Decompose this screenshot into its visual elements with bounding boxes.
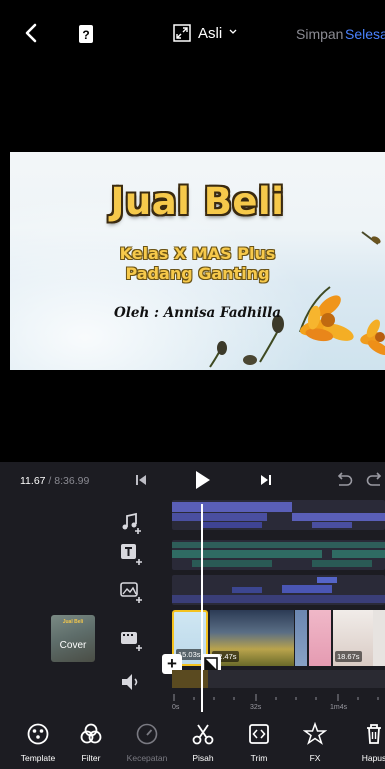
trim-icon [249, 724, 269, 744]
add-music-icon[interactable] [119, 510, 143, 534]
template-icon [27, 723, 49, 745]
add-text-icon[interactable] [119, 542, 143, 566]
clip-duration: 18.67s [335, 651, 362, 662]
svg-text:?: ? [82, 28, 89, 42]
undo-icon[interactable] [335, 472, 353, 488]
preview-letterbox-top [0, 68, 385, 152]
back-icon[interactable] [22, 22, 40, 44]
speed-button[interactable]: Kecepatan [118, 712, 176, 769]
tool-label: Template [20, 753, 56, 763]
play-icon[interactable] [195, 470, 211, 490]
image-track-lane[interactable] [172, 575, 385, 605]
text-track-lane[interactable] [172, 540, 385, 570]
tool-label: Kecepatan [126, 753, 168, 763]
top-bar: ? Asli Simpan Selesai [0, 0, 385, 68]
video-clip[interactable] [373, 610, 385, 666]
fx-button[interactable]: FX [286, 712, 344, 769]
trash-icon [367, 724, 381, 744]
guide-book-icon[interactable]: ? [78, 24, 94, 44]
cover-mini-title: Jual Beli [62, 619, 84, 625]
preview-byline: Oleh : Annisa Fadhilla [114, 305, 281, 321]
tool-label: Filter [81, 753, 101, 763]
ruler-label: 0s [172, 704, 180, 711]
video-clip[interactable] [295, 610, 307, 666]
cover-thumbnail[interactable]: Jual Beli Cover [51, 615, 95, 662]
tool-label: FX [309, 753, 321, 763]
tool-label: Trim [250, 753, 268, 763]
ruler-label: 1m4s [330, 704, 348, 711]
volume-icon[interactable] [119, 670, 143, 694]
music-track-segments [172, 502, 385, 528]
add-image-icon[interactable] [119, 580, 143, 604]
image-track-segments [172, 577, 385, 603]
preview-subtitle-line2: Padang Ganting [125, 264, 270, 283]
scissors-icon [192, 724, 214, 745]
speed-icon [136, 723, 158, 745]
bottom-toolbar: Template Filter Kecepatan Pisah Trim FX … [0, 712, 385, 769]
redo-icon[interactable] [366, 472, 384, 488]
add-video-icon[interactable] [119, 628, 143, 652]
video-preview[interactable]: Jual Beli Kelas X MAS Plus Padang Gantin… [10, 152, 385, 370]
tool-label: Hapus [361, 753, 385, 763]
done-button[interactable]: Selesai [345, 26, 385, 42]
fx-icon [303, 722, 327, 745]
template-button[interactable]: Template [9, 712, 67, 769]
music-track-lane[interactable] [172, 500, 385, 530]
skip-to-end-icon[interactable] [260, 474, 272, 486]
preview-subtitle-line1: Kelas X MAS Plus [119, 244, 276, 263]
aspect-ratio-icon[interactable] [173, 24, 191, 42]
trim-button[interactable]: Trim [230, 712, 288, 769]
filter-icon [80, 723, 102, 744]
preview-title: Jual Beli [110, 180, 285, 223]
delete-button[interactable]: Hapus [345, 712, 385, 769]
tool-label: Pisah [192, 753, 214, 763]
current-time: 11.67 [20, 475, 46, 487]
time-readout: 11.67 / 8:36.99 [20, 475, 89, 487]
video-clip[interactable]: 18.67s [333, 610, 373, 666]
video-clip[interactable] [309, 610, 331, 666]
video-clip[interactable]: 32.47s [210, 610, 294, 666]
skip-to-start-icon[interactable] [135, 474, 147, 486]
save-button[interactable]: Simpan [296, 26, 343, 42]
playhead[interactable] [201, 504, 203, 712]
split-button[interactable]: Pisah [174, 712, 232, 769]
ruler-label: 32s [250, 704, 262, 711]
chevron-down-icon[interactable] [228, 27, 238, 37]
cover-label: Cover [59, 640, 87, 651]
time-ruler[interactable]: 0s 32s 1m4s [172, 690, 385, 714]
ruler-ticks [173, 694, 379, 701]
preview-letterbox-bottom [0, 370, 385, 462]
aspect-ratio-label[interactable]: Asli [198, 25, 222, 42]
total-time: / 8:36.99 [48, 475, 90, 487]
text-track-segments [172, 542, 385, 567]
filter-button[interactable]: Filter [62, 712, 120, 769]
audio-waveform[interactable] [172, 670, 385, 688]
